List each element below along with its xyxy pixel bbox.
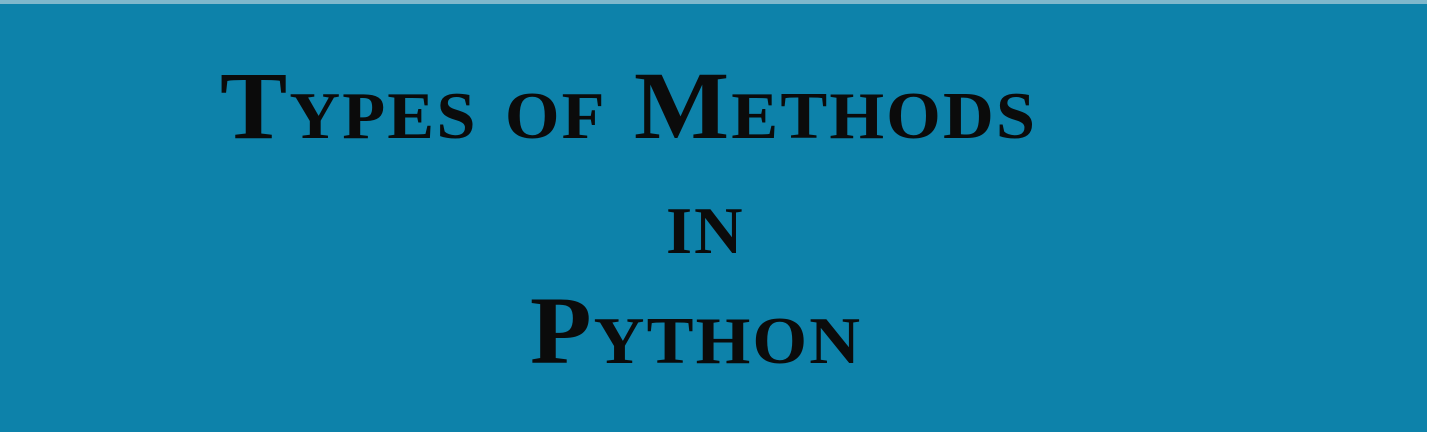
- title-line-2: in: [666, 167, 745, 274]
- title-line-1: Types of Methods: [220, 52, 1038, 159]
- title-slide: Types of Methods in Python: [0, 0, 1427, 432]
- title-line-3: Python: [530, 277, 863, 384]
- right-edge-strip: [1427, 0, 1434, 432]
- top-border: [0, 0, 1427, 4]
